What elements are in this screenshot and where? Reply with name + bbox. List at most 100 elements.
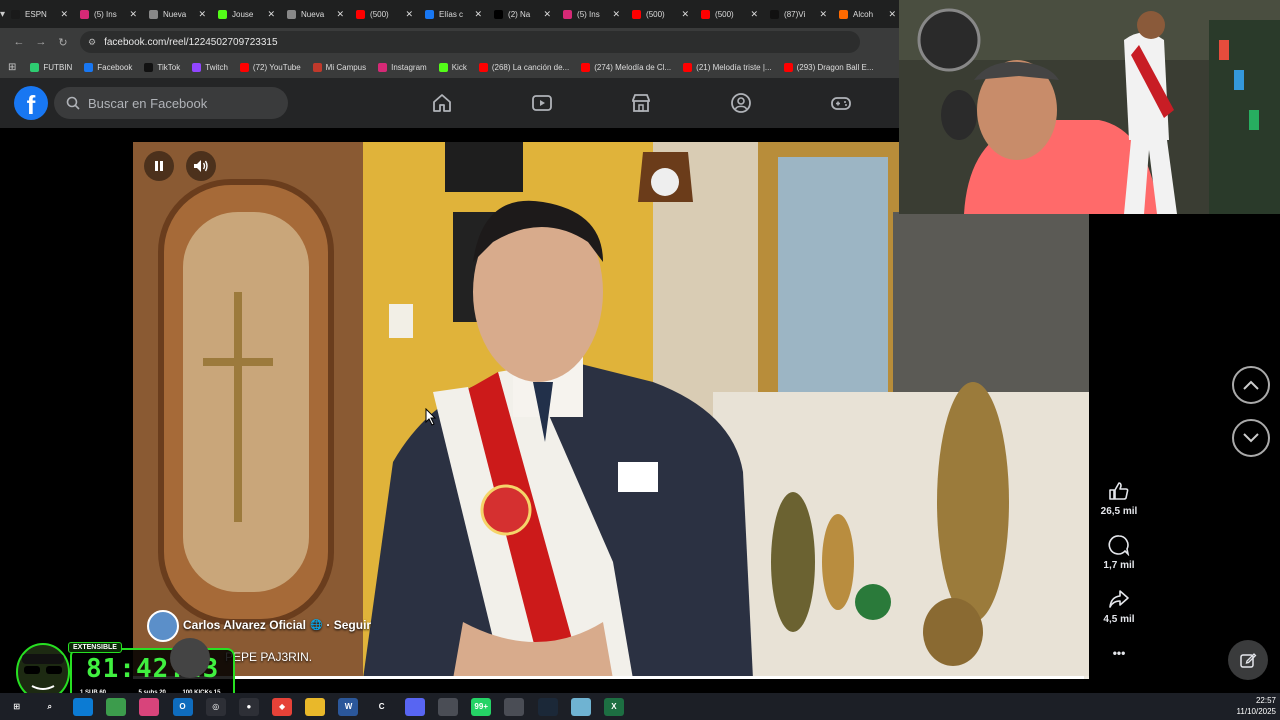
bookmark-item[interactable]: Twitch (186, 62, 234, 72)
mute-button[interactable] (186, 151, 216, 181)
streamer-avatar (170, 638, 210, 678)
bookmark-item[interactable]: Facebook (78, 62, 138, 72)
browser-tab[interactable]: Nueva ✕ (143, 0, 212, 28)
tab-close-icon[interactable]: ✕ (336, 9, 344, 20)
bookmark-item[interactable]: Mi Campus (307, 62, 372, 72)
browser-tab[interactable]: (500) ✕ (626, 0, 695, 28)
obs-icon[interactable]: ◎ (205, 697, 226, 716)
anydesk-icon[interactable]: ◆ (272, 697, 293, 716)
excel-icon[interactable]: X (603, 697, 624, 716)
nav-home[interactable] (422, 78, 462, 128)
bookmark-label: Kick (451, 62, 467, 72)
system-clock[interactable]: 22:57 11/10/2025 (1237, 695, 1276, 717)
chrome-icon[interactable] (106, 697, 127, 716)
tab-close-icon[interactable]: ✕ (612, 9, 620, 20)
facebook-header: f Buscar en Facebook (0, 78, 900, 128)
extensible-badge: EXTENSIBLE (68, 642, 122, 653)
apps-grid-icon[interactable]: ⊞ (8, 62, 16, 73)
like-count: 26,5 mil (1100, 506, 1138, 517)
tab-close-icon[interactable]: ✕ (198, 9, 206, 20)
forward-button[interactable]: → (30, 36, 52, 48)
webcam-overlay (899, 0, 1280, 214)
app-icon-black[interactable]: ● (238, 697, 259, 716)
bookmark-item[interactable]: (274) Melodía de Cl... (575, 62, 677, 72)
bookmark-item[interactable]: Kick (433, 62, 473, 72)
comment-action[interactable]: 1,7 mil (1089, 534, 1149, 571)
bookmark-label: TikTok (157, 62, 181, 72)
bookmark-item[interactable]: Instagram (372, 62, 433, 72)
tab-close-icon[interactable]: ✕ (474, 9, 482, 20)
discord-icon[interactable] (404, 697, 425, 716)
browser-tab[interactable]: (87)Vi ✕ (764, 0, 833, 28)
bookmark-item[interactable]: FUTBIN (24, 62, 78, 72)
tab-close-icon[interactable]: ✕ (819, 9, 827, 20)
tab-close-icon[interactable]: ✕ (750, 9, 758, 20)
more-options-button[interactable]: ••• (1089, 646, 1149, 660)
reload-button[interactable]: ↻ (52, 36, 74, 49)
clock-time: 22:57 (1255, 696, 1276, 705)
tab-close-icon[interactable]: ✕ (60, 9, 68, 20)
calculator-icon[interactable] (504, 697, 525, 716)
browser-tab[interactable]: (5) Ins ✕ (557, 0, 626, 28)
site-info-icon[interactable]: ⚙ (88, 37, 96, 48)
browser-tab[interactable]: (5) Ins ✕ (74, 0, 143, 28)
tab-close-icon[interactable]: ✕ (129, 9, 137, 20)
nav-video[interactable] (522, 78, 562, 128)
previous-reel-button[interactable] (1232, 366, 1270, 404)
bookmark-label: (21) Melodía triste |... (696, 62, 772, 72)
word-icon[interactable]: W (338, 697, 359, 716)
tab-title: ESPN (25, 9, 47, 19)
search-icon[interactable]: ⌕ (39, 697, 60, 716)
nav-groups[interactable] (721, 78, 761, 128)
video-progress[interactable] (133, 676, 1089, 679)
browser-tab[interactable]: (2) Na ✕ (488, 0, 557, 28)
edit-icon (1240, 653, 1257, 668)
browser-tab[interactable]: Elías c ✕ (419, 0, 488, 28)
facebook-search[interactable]: Buscar en Facebook (54, 87, 288, 119)
explorer-icon[interactable] (305, 697, 326, 716)
tab-close-icon[interactable]: ✕ (267, 9, 275, 20)
tab-favicon-icon (80, 9, 90, 19)
bookmark-item[interactable]: TikTok (138, 62, 186, 72)
back-button[interactable]: ← (8, 36, 30, 48)
edge-icon[interactable] (72, 697, 93, 716)
browser-tab[interactable]: (500) ✕ (695, 0, 764, 28)
bookmark-favicon-icon (312, 62, 322, 72)
follow-link[interactable]: · Seguir (326, 618, 371, 632)
start-icon[interactable]: ⊞ (6, 697, 27, 716)
address-row: ← → ↻ ⚙ facebook.com/reel/12245027097233… (0, 28, 900, 56)
browser-tab[interactable]: Alcoh ✕ (833, 0, 900, 28)
nav-marketplace[interactable] (621, 78, 661, 128)
address-bar[interactable]: ⚙ facebook.com/reel/1224502709723315 (80, 31, 860, 53)
gaming-icon (831, 97, 851, 110)
outlook-icon[interactable]: O (172, 697, 193, 716)
browser-tab[interactable]: Nueva ✕ (281, 0, 350, 28)
nav-gaming[interactable] (821, 78, 861, 128)
browser-tab[interactable]: ESPN ✕ (5, 0, 74, 28)
bookmark-item[interactable]: (72) YouTube (234, 62, 307, 72)
whatsapp-icon[interactable]: 99+ (471, 697, 492, 716)
pause-button[interactable] (144, 151, 174, 181)
create-reel-button[interactable] (1228, 640, 1268, 680)
facebook-logo[interactable]: f (14, 86, 48, 120)
tab-close-icon[interactable]: ✕ (888, 9, 896, 20)
bookmark-favicon-icon (192, 62, 202, 72)
like-action[interactable]: 26,5 mil (1089, 480, 1149, 517)
browser-tab[interactable]: Jouse ✕ (212, 0, 281, 28)
app-icon-c[interactable]: C (371, 697, 392, 716)
tab-close-icon[interactable]: ✕ (405, 9, 413, 20)
bookmark-item[interactable]: (293) Dragon Ball E... (778, 62, 880, 72)
bookmark-item[interactable]: (21) Melodía triste |... (677, 62, 777, 72)
bookmark-item[interactable]: (268) La canción de... (473, 62, 575, 72)
share-action[interactable]: 4,5 mil (1089, 588, 1149, 625)
reel-video[interactable]: Carlos Alvarez Oficial 🌐 · Seguir PEPE P… (133, 142, 1089, 679)
next-reel-button[interactable] (1232, 419, 1270, 457)
notepad-icon[interactable] (570, 697, 591, 716)
browser-tab[interactable]: (500) ✕ (350, 0, 419, 28)
app-icon-grey[interactable] (438, 697, 459, 716)
tab-close-icon[interactable]: ✕ (543, 9, 551, 20)
app-icon-pink[interactable] (139, 697, 160, 716)
steam-icon[interactable] (537, 697, 558, 716)
comment-count: 1,7 mil (1103, 560, 1135, 571)
tab-close-icon[interactable]: ✕ (681, 9, 689, 20)
